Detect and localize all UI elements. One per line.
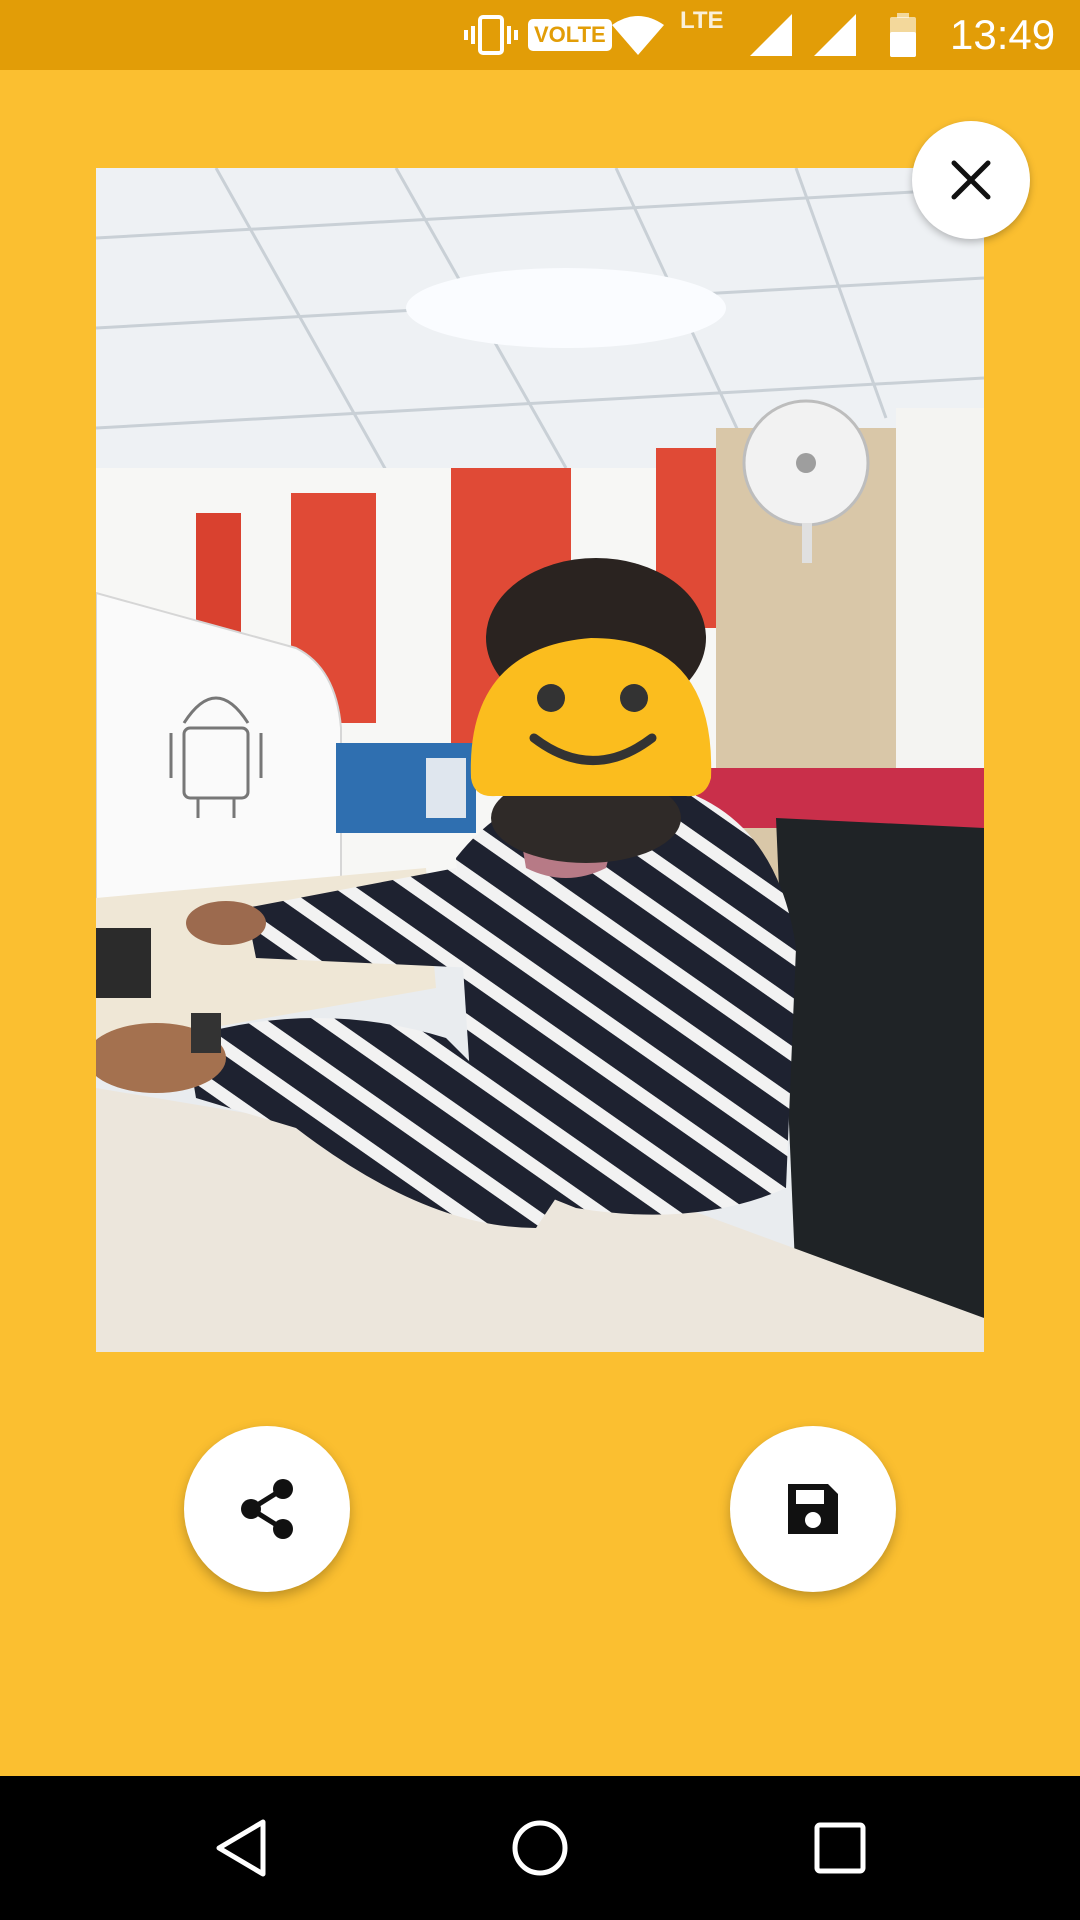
home-icon [512, 1820, 568, 1876]
recents-icon [814, 1822, 866, 1874]
close-button[interactable] [912, 121, 1030, 239]
volte-icon: VOLTE [528, 0, 612, 70]
vibrate-icon [463, 0, 519, 70]
back-button[interactable] [171, 1776, 311, 1920]
save-button[interactable] [730, 1426, 896, 1592]
status-bar: VOLTE LTE 13:49 [0, 0, 1080, 70]
close-icon [951, 160, 991, 200]
share-icon [241, 1479, 293, 1539]
wifi-icon [610, 0, 666, 70]
photo-image [96, 168, 984, 1352]
home-button[interactable] [470, 1776, 610, 1920]
navigation-bar [0, 1776, 1080, 1920]
save-icon [788, 1484, 838, 1534]
volte-label: VOLTE [528, 19, 612, 51]
photo-preview [96, 168, 984, 1352]
share-button[interactable] [184, 1426, 350, 1592]
clock: 13:49 [950, 11, 1056, 58]
recents-button[interactable] [770, 1776, 910, 1920]
back-icon [216, 1819, 266, 1877]
signal-icon [812, 0, 858, 70]
lte-label: LTE [680, 7, 724, 34]
battery-icon [888, 0, 918, 70]
signal-icon [748, 0, 794, 70]
